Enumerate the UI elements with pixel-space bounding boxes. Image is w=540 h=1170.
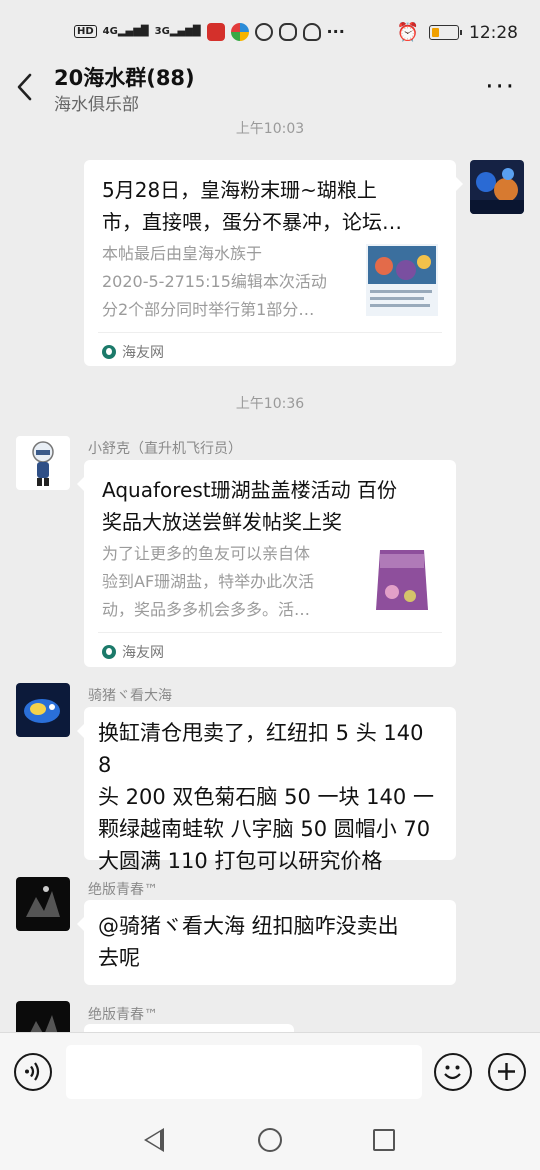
nav-back-icon[interactable]	[144, 1128, 164, 1152]
status-left-icons: HD 4G▂▄▆█ 3G▂▄▆█ ···	[74, 22, 345, 41]
voice-button[interactable]	[14, 1053, 52, 1091]
source-app-icon	[102, 645, 116, 659]
message-bubble[interactable]	[84, 1024, 294, 1032]
status-time: 12:28	[469, 22, 518, 43]
card-desc-line: 为了让更多的鱼友可以亲自体	[102, 544, 311, 563]
sender-name: 绝版青春™	[88, 882, 158, 898]
card-divider	[98, 632, 442, 633]
card-desc-line: 2020-5-2715:15编辑本次活动	[102, 272, 327, 291]
sender-avatar[interactable]	[16, 683, 70, 737]
input-bar	[0, 1032, 540, 1112]
source-app-icon	[102, 345, 116, 359]
card-source: 海友网	[102, 342, 164, 362]
card-title-line: Aquaforest珊湖盐盖楼活动 百份	[102, 478, 397, 502]
emoji-icon	[444, 1065, 461, 1080]
app-icon-weibo	[254, 22, 273, 41]
message-input[interactable]	[66, 1045, 422, 1099]
chevron-left-icon	[17, 73, 32, 101]
back-button[interactable]	[14, 72, 44, 106]
app-icon-qq	[302, 22, 321, 41]
link-card[interactable]: Aquaforest珊湖盐盖楼活动 百份 奖品大放送尝鲜发帖奖上奖 为了让更多的…	[77, 460, 456, 667]
sender-avatar[interactable]	[16, 436, 70, 490]
card-description: 本帖最后由皇海水族于 2020-5-2715:15编辑本次活动 分2个部分同时举…	[102, 240, 327, 324]
sender-name: 小舒克（直升机飞行员）	[88, 441, 242, 457]
nav-recent-icon[interactable]	[373, 1129, 395, 1151]
chat-subtitle: 海水俱乐部	[54, 95, 139, 115]
timestamp: 上午10:36	[235, 396, 305, 412]
card-description: 为了让更多的鱼友可以亲自体 验到AF珊湖盐，特举办此次活 动，奖品多多机会多多。…	[102, 540, 314, 624]
message-bubble[interactable]: @骑猪ヾ看大海 纽扣脑咋没卖出 去呢	[77, 900, 456, 985]
card-title-line: 市，直接喂，蛋分不暴冲，论坛…	[102, 210, 402, 234]
card-source-label: 海友网	[122, 345, 164, 361]
sender-avatar[interactable]	[16, 1001, 70, 1032]
more-dots-icon: ···	[326, 22, 345, 41]
card-title-line: 5月28日，皇海粉末珊~瑚粮上	[102, 178, 377, 202]
signal-4g-icon: 4G▂▄▆█	[102, 26, 149, 37]
avatar-image	[16, 877, 70, 931]
message-line: 头 200 双色菊石脑 50 一块 140 一	[98, 785, 434, 809]
signal-3g-label: 3G	[154, 26, 170, 37]
my-avatar[interactable]	[470, 160, 524, 214]
card-thumbnail	[366, 244, 438, 316]
card-title: Aquaforest珊湖盐盖楼活动 百份 奖品大放送尝鲜发帖奖上奖	[102, 474, 397, 538]
signal-4g-label: 4G	[102, 26, 118, 37]
app-icon-color	[230, 22, 249, 41]
alarm-icon: ⏰	[396, 22, 419, 43]
emoji-button[interactable]	[434, 1053, 472, 1091]
more-button[interactable]: ···	[485, 72, 516, 102]
message-line: 去呢	[98, 946, 140, 970]
card-thumbnail	[366, 544, 438, 616]
card-thumbnail-image	[366, 244, 438, 316]
hd-icon: HD	[74, 25, 97, 38]
status-right-icons: ⏰ 12:28	[397, 22, 518, 43]
system-nav-bar	[0, 1112, 540, 1170]
more-icon: ···	[485, 72, 516, 102]
message-line: 换缸清仓甩卖了，红纽扣 5 头 140 8	[98, 721, 424, 777]
app-icon-red	[206, 22, 225, 41]
card-thumbnail-image	[366, 544, 438, 616]
link-card[interactable]: 5月28日，皇海粉末珊~瑚粮上 市，直接喂，蛋分不暴冲，论坛… 本帖最后由皇海水…	[84, 160, 463, 366]
card-desc-line: 动，奖品多多机会多多。活…	[102, 600, 311, 619]
card-desc-line: 分2个部分同时举行第1部分…	[102, 300, 315, 319]
card-title: 5月28日，皇海粉末珊~瑚粮上 市，直接喂，蛋分不暴冲，论坛…	[102, 174, 402, 238]
message-bubble[interactable]: 换缸清仓甩卖了，红纽扣 5 头 140 8 头 200 双色菊石脑 50 一块 …	[77, 707, 456, 873]
battery-fill	[432, 28, 439, 37]
message-line: 大圆满 110 打包可以研究价格	[98, 849, 383, 873]
status-bar: HD 4G▂▄▆█ 3G▂▄▆█ ··· ⏰ 12:28	[0, 0, 540, 60]
plus-button[interactable]	[488, 1053, 526, 1091]
sender-avatar[interactable]	[16, 877, 70, 931]
card-divider	[98, 332, 442, 333]
card-desc-line: 本帖最后由皇海水族于	[102, 244, 263, 263]
app-icon-baidu	[278, 22, 297, 41]
card-source: 海友网	[102, 642, 164, 662]
avatar-image	[16, 683, 70, 737]
battery-icon	[429, 25, 462, 40]
sender-name: 骑猪ヾ看大海	[88, 688, 172, 704]
card-source-label: 海友网	[122, 645, 164, 661]
nav-home-icon[interactable]	[258, 1128, 282, 1152]
message-line: @骑猪ヾ看大海 纽扣脑咋没卖出	[98, 914, 399, 938]
plus-icon	[498, 1063, 515, 1080]
sender-name: 绝版青春™	[88, 1007, 158, 1023]
chat-title: 20海水群(88)	[54, 66, 195, 90]
avatar-image	[470, 160, 524, 214]
chat-header: 20海水群(88) 海水俱乐部 ···	[0, 60, 540, 118]
message-line: 颗绿越南蛙软 八字脑 50 圆帽小 70	[98, 817, 431, 841]
card-desc-line: 验到AF珊湖盐，特举办此次活	[102, 572, 315, 591]
timestamp: 上午10:03	[235, 121, 305, 137]
voice-icon	[25, 1062, 40, 1081]
avatar-image	[16, 1001, 70, 1032]
avatar-image	[16, 436, 70, 490]
card-title-line: 奖品大放送尝鲜发帖奖上奖	[102, 510, 342, 534]
signal-3g-icon: 3G▂▄▆█	[154, 26, 201, 37]
